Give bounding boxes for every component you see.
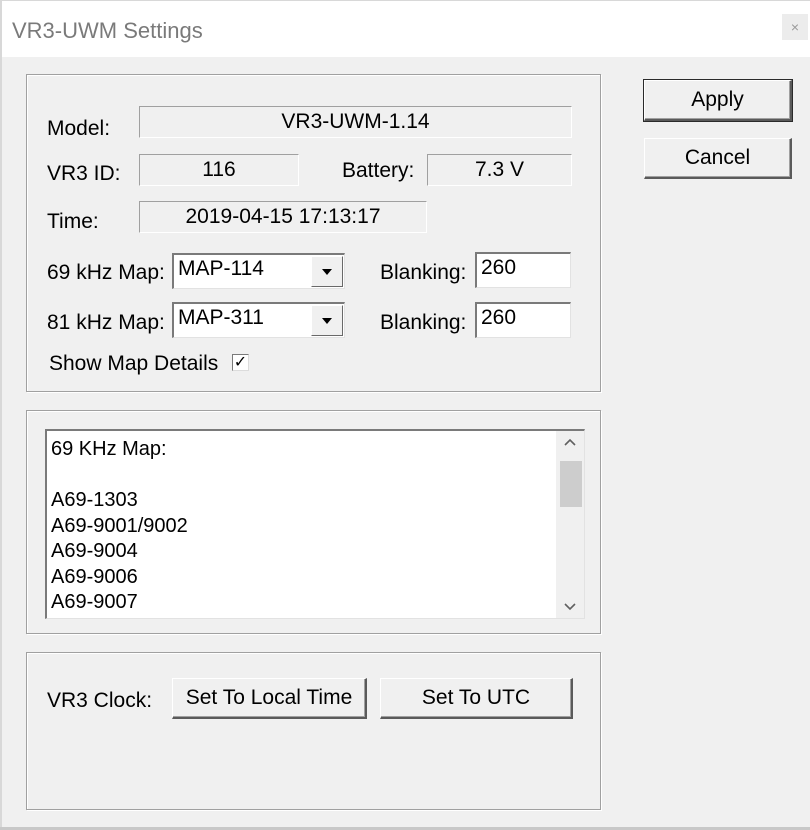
clock-group (26, 652, 601, 810)
map-81khz-label: 81 kHz Map: (47, 311, 165, 334)
map-69khz-value: MAP-114 (178, 257, 264, 280)
scroll-up-button[interactable] (556, 431, 584, 453)
map-details-items: 69 KHz Map: A69-1303 A69-9001/9002 A69-9… (51, 437, 188, 616)
vertical-scrollbar[interactable] (556, 431, 584, 618)
close-button[interactable]: × (782, 14, 808, 40)
apply-button[interactable]: Apply (643, 79, 793, 122)
time-value: 2019-04-15 17:13:17 (139, 201, 427, 233)
list-item[interactable]: 69 KHz Map: (51, 437, 188, 463)
scroll-down-button[interactable] (556, 596, 584, 618)
close-icon: × (790, 19, 800, 35)
list-item[interactable]: A69-9007 (51, 590, 188, 616)
check-icon: ✓ (233, 353, 248, 371)
vr3-clock-label: VR3 Clock: (47, 689, 153, 712)
show-map-details-checkbox[interactable]: ✓ (232, 354, 249, 371)
map-81khz-dropdown-button[interactable] (311, 305, 343, 336)
model-value: VR3-UWM-1.14 (139, 106, 572, 138)
blanking-81-input[interactable]: 260 (475, 302, 571, 338)
map-details-list[interactable]: 69 KHz Map: A69-1303 A69-9001/9002 A69-9… (45, 429, 585, 619)
list-item[interactable]: A69-9004 (51, 539, 188, 565)
chevron-down-icon (564, 603, 576, 611)
list-item[interactable]: A69-9006 (51, 565, 188, 591)
map-69khz-label: 69 kHz Map: (47, 261, 165, 284)
set-utc-button[interactable]: Set To UTC (380, 678, 573, 719)
blanking-69-label: Blanking: (380, 261, 467, 284)
window-title: VR3-UWM Settings (12, 18, 203, 43)
list-item[interactable]: A69-9001/9002 (51, 514, 188, 540)
cancel-button[interactable]: Cancel (644, 138, 792, 179)
show-map-details-label[interactable]: Show Map Details (49, 353, 218, 374)
scroll-thumb[interactable] (560, 461, 582, 507)
map-81khz-select[interactable]: MAP-311 (172, 302, 345, 338)
chevron-up-icon (564, 438, 576, 446)
set-local-time-button[interactable]: Set To Local Time (172, 678, 367, 719)
map-81khz-value: MAP-311 (178, 306, 264, 329)
blanking-81-label: Blanking: (380, 311, 467, 334)
model-label: Model: (47, 117, 111, 140)
blanking-69-input[interactable]: 260 (475, 252, 571, 288)
list-item[interactable]: A69-1303 (51, 488, 188, 514)
map-69khz-dropdown-button[interactable] (311, 256, 343, 287)
chevron-down-icon (322, 317, 332, 324)
battery-value: 7.3 V (427, 154, 572, 186)
vr3-id-value: 116 (139, 154, 299, 186)
map-69khz-select[interactable]: MAP-114 (172, 253, 345, 289)
list-item[interactable] (51, 463, 188, 489)
window-border-left (0, 0, 2, 830)
vr3-id-label: VR3 ID: (47, 162, 121, 185)
battery-label: Battery: (342, 159, 415, 182)
time-label: Time: (47, 210, 99, 233)
chevron-down-icon (322, 268, 332, 275)
